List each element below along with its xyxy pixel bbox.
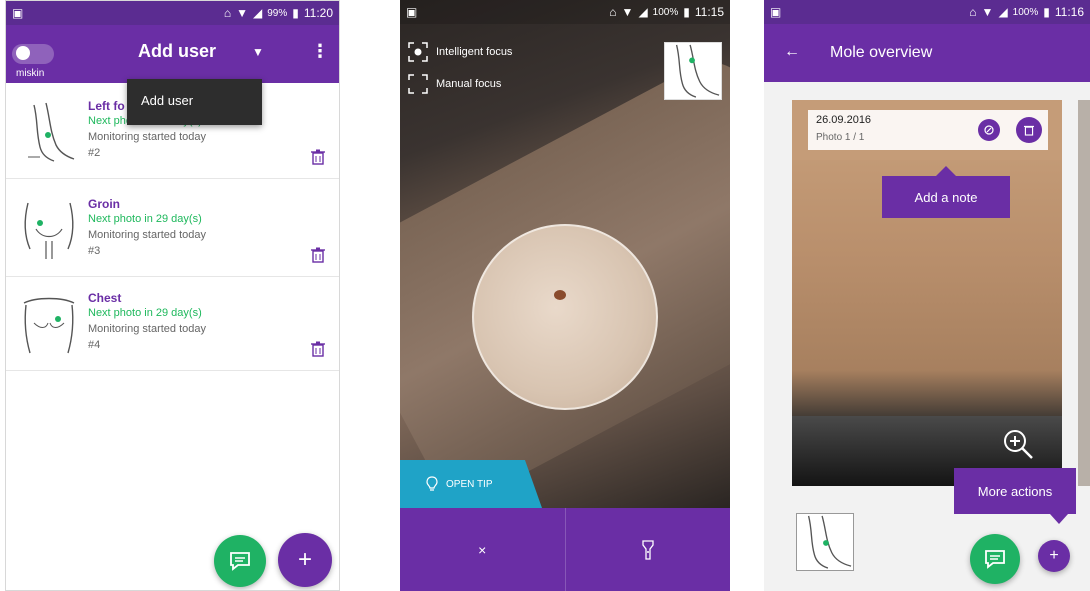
wifi-icon: ▼ — [236, 6, 248, 20]
entry-number: #2 — [88, 147, 101, 159]
entry-name: Chest — [88, 291, 122, 305]
chat-icon — [230, 552, 250, 571]
app-bar: miskin Add user ▼ ⋮ — [6, 25, 339, 83]
photo-count: Photo 1 / 1 — [816, 132, 865, 143]
body-map-thumbnail[interactable] — [664, 42, 722, 100]
screenshot-icon: ▣ — [406, 5, 418, 19]
entry-number: #3 — [88, 245, 101, 257]
status-bar: ▣ ⌂ ▼ ◢ 100% ▮ 11:15 — [400, 0, 730, 24]
chat-button[interactable] — [970, 534, 1020, 584]
entry-monitoring: Monitoring started today — [88, 323, 207, 335]
page-title[interactable]: Add user — [138, 41, 216, 62]
add-button[interactable]: + — [278, 533, 332, 587]
intelligent-focus-label: Intelligent focus — [436, 46, 513, 58]
battery-icon: ▮ — [292, 6, 299, 20]
screen-user-list: ▣ ⌂ ▼ ◢ 99% ▮ 11:20 miskin Add user ▼ ⋮ … — [5, 0, 340, 591]
open-tip-label: OPEN TIP — [446, 478, 493, 490]
wifi-icon: ▼ — [621, 5, 634, 19]
status-time: 11:15 — [694, 5, 724, 19]
zoom-in-icon[interactable] — [1002, 428, 1034, 460]
flashlight-icon — [642, 539, 654, 560]
back-arrow-icon[interactable]: ← — [784, 43, 800, 61]
screen-camera: ▣ ⌂ ▼ ◢ 100% ▮ 11:15 Intelligent focus M… — [400, 0, 730, 591]
status-time: 11:16 — [1054, 5, 1084, 19]
more-actions-button[interactable]: + — [1038, 540, 1070, 572]
list-item[interactable]: Chest Next photo in 29 day(s) Monitoring… — [6, 279, 339, 371]
close-button[interactable]: × — [400, 508, 565, 591]
nfc-icon: ⌂ — [609, 5, 617, 19]
screenshot-icon: ▣ — [770, 5, 782, 19]
delete-icon[interactable] — [311, 247, 325, 263]
delete-icon[interactable] — [311, 341, 325, 357]
intelligent-focus-option[interactable]: Intelligent focus — [408, 42, 512, 62]
manual-focus-option[interactable]: Manual focus — [408, 74, 501, 94]
app-logo[interactable]: miskin — [12, 44, 54, 79]
chat-icon — [985, 550, 1005, 569]
list-item[interactable]: Groin Next photo in 29 day(s) Monitoring… — [6, 185, 339, 277]
screenshot-icon: ▣ — [12, 6, 24, 20]
open-tip-button[interactable]: OPEN TIP — [400, 460, 542, 508]
body-map-chest-thumbnail — [23, 297, 75, 354]
body-map-groin-thumbnail — [24, 202, 74, 259]
chat-button[interactable] — [214, 535, 266, 587]
battery-icon: ▮ — [683, 5, 690, 19]
battery-level: 99% — [267, 7, 288, 19]
delete-icon[interactable] — [311, 149, 325, 165]
signal-icon: ◢ — [998, 5, 1008, 19]
photo-info: 26.09.2016 Photo 1 / 1 — [808, 110, 1048, 150]
focus-auto-icon — [408, 42, 428, 62]
page-title: Mole overview — [830, 44, 933, 61]
more-actions-tooltip: More actions — [954, 468, 1076, 524]
screen-mole-overview: ▣ ⌂ ▼ ◢ 100% ▮ 11:16 ← Mole overview 26.… — [764, 0, 1090, 591]
entry-monitoring: Monitoring started today — [88, 229, 207, 241]
flashlight-button[interactable] — [564, 508, 731, 591]
entry-number: #4 — [88, 339, 101, 351]
app-bar: ← Mole overview — [764, 24, 1090, 82]
battery-level: 100% — [1012, 6, 1039, 18]
delete-photo-button[interactable] — [1016, 117, 1042, 143]
manual-focus-label: Manual focus — [436, 78, 502, 90]
battery-icon: ▮ — [1043, 5, 1050, 19]
mole-photo[interactable]: 26.09.2016 Photo 1 / 1 — [792, 100, 1062, 486]
delete-icon — [1024, 125, 1034, 136]
camera-controls: × — [400, 508, 730, 591]
photo-date: 26.09.2016 — [816, 114, 872, 126]
entry-next-photo: Next photo in 29 day(s) — [88, 213, 202, 225]
add-note-tooltip: Add a note — [882, 166, 1010, 218]
focus-manual-icon — [408, 74, 428, 94]
entry-next-photo: Next photo in 29 day(s) — [88, 307, 202, 319]
nfc-icon: ⌂ — [223, 6, 232, 20]
entry-name: Groin — [88, 197, 120, 211]
focus-circle[interactable] — [472, 224, 658, 410]
status-bar: ▣ ⌂ ▼ ◢ 100% ▮ 11:16 — [764, 0, 1090, 24]
lightbulb-icon — [426, 476, 438, 491]
body-map-leg-thumbnail — [28, 102, 75, 162]
status-bar: ▣ ⌂ ▼ ◢ 99% ▮ 11:20 — [6, 1, 339, 25]
entry-monitoring: Monitoring started today — [88, 131, 207, 143]
mole-marker — [554, 290, 566, 300]
wifi-icon: ▼ — [981, 5, 994, 19]
next-photo-peek[interactable] — [1078, 100, 1090, 486]
more-vert-icon[interactable]: ⋮ — [311, 41, 329, 62]
status-time: 11:20 — [303, 6, 333, 20]
edit-note-button[interactable] — [978, 119, 1000, 141]
signal-icon: ◢ — [253, 6, 263, 20]
signal-icon: ◢ — [638, 5, 648, 19]
edit-icon — [984, 125, 994, 135]
battery-level: 100% — [652, 6, 679, 18]
chevron-down-icon[interactable]: ▼ — [252, 45, 264, 59]
nfc-icon: ⌂ — [969, 5, 977, 19]
body-map-thumbnail[interactable] — [796, 513, 854, 571]
entry-name: Left fo — [88, 99, 125, 113]
add-user-menu-item[interactable]: Add user — [127, 79, 262, 125]
